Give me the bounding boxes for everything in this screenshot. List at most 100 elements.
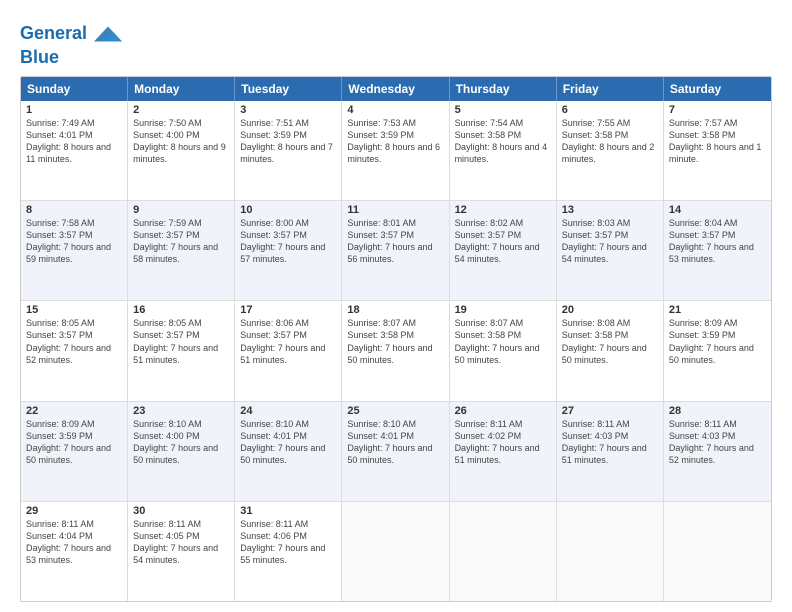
calendar-cell: 5Sunrise: 7:54 AM Sunset: 3:58 PM Daylig…	[450, 101, 557, 200]
calendar-header-cell: Wednesday	[342, 77, 449, 101]
calendar-cell: 14Sunrise: 8:04 AM Sunset: 3:57 PM Dayli…	[664, 201, 771, 300]
calendar-header-cell: Thursday	[450, 77, 557, 101]
cell-text: Sunrise: 8:06 AM Sunset: 3:57 PM Dayligh…	[240, 317, 336, 366]
cell-text: Sunrise: 8:05 AM Sunset: 3:57 PM Dayligh…	[133, 317, 229, 366]
calendar-header-cell: Monday	[128, 77, 235, 101]
calendar-cell: 13Sunrise: 8:03 AM Sunset: 3:57 PM Dayli…	[557, 201, 664, 300]
calendar-cell: 3Sunrise: 7:51 AM Sunset: 3:59 PM Daylig…	[235, 101, 342, 200]
day-number: 17	[240, 304, 336, 316]
cell-text: Sunrise: 8:10 AM Sunset: 4:00 PM Dayligh…	[133, 418, 229, 467]
cell-text: Sunrise: 8:11 AM Sunset: 4:03 PM Dayligh…	[669, 418, 766, 467]
calendar-cell	[664, 502, 771, 601]
calendar-cell: 27Sunrise: 8:11 AM Sunset: 4:03 PM Dayli…	[557, 402, 664, 501]
calendar-cell: 22Sunrise: 8:09 AM Sunset: 3:59 PM Dayli…	[21, 402, 128, 501]
header: General Blue	[20, 16, 772, 68]
day-number: 12	[455, 204, 551, 216]
calendar-cell	[450, 502, 557, 601]
calendar-row: 1Sunrise: 7:49 AM Sunset: 4:01 PM Daylig…	[21, 101, 771, 201]
cell-text: Sunrise: 7:49 AM Sunset: 4:01 PM Dayligh…	[26, 117, 122, 166]
calendar-cell: 19Sunrise: 8:07 AM Sunset: 3:58 PM Dayli…	[450, 301, 557, 400]
day-number: 27	[562, 405, 658, 417]
day-number: 2	[133, 104, 229, 116]
day-number: 22	[26, 405, 122, 417]
calendar-header-cell: Friday	[557, 77, 664, 101]
cell-text: Sunrise: 8:11 AM Sunset: 4:06 PM Dayligh…	[240, 518, 336, 567]
day-number: 19	[455, 304, 551, 316]
calendar-row: 22Sunrise: 8:09 AM Sunset: 3:59 PM Dayli…	[21, 402, 771, 502]
calendar-header-cell: Tuesday	[235, 77, 342, 101]
calendar-cell: 23Sunrise: 8:10 AM Sunset: 4:00 PM Dayli…	[128, 402, 235, 501]
calendar-cell: 26Sunrise: 8:11 AM Sunset: 4:02 PM Dayli…	[450, 402, 557, 501]
day-number: 21	[669, 304, 766, 316]
cell-text: Sunrise: 7:57 AM Sunset: 3:58 PM Dayligh…	[669, 117, 766, 166]
calendar-cell: 31Sunrise: 8:11 AM Sunset: 4:06 PM Dayli…	[235, 502, 342, 601]
calendar: SundayMondayTuesdayWednesdayThursdayFrid…	[20, 76, 772, 602]
calendar-header-cell: Sunday	[21, 77, 128, 101]
calendar-row: 15Sunrise: 8:05 AM Sunset: 3:57 PM Dayli…	[21, 301, 771, 401]
logo-text: General	[20, 20, 122, 48]
cell-text: Sunrise: 8:03 AM Sunset: 3:57 PM Dayligh…	[562, 217, 658, 266]
calendar-cell: 11Sunrise: 8:01 AM Sunset: 3:57 PM Dayli…	[342, 201, 449, 300]
cell-text: Sunrise: 8:11 AM Sunset: 4:02 PM Dayligh…	[455, 418, 551, 467]
cell-text: Sunrise: 7:50 AM Sunset: 4:00 PM Dayligh…	[133, 117, 229, 166]
calendar-cell: 24Sunrise: 8:10 AM Sunset: 4:01 PM Dayli…	[235, 402, 342, 501]
day-number: 28	[669, 405, 766, 417]
day-number: 16	[133, 304, 229, 316]
day-number: 11	[347, 204, 443, 216]
calendar-row: 29Sunrise: 8:11 AM Sunset: 4:04 PM Dayli…	[21, 502, 771, 601]
day-number: 26	[455, 405, 551, 417]
cell-text: Sunrise: 7:59 AM Sunset: 3:57 PM Dayligh…	[133, 217, 229, 266]
day-number: 29	[26, 505, 122, 517]
calendar-cell: 30Sunrise: 8:11 AM Sunset: 4:05 PM Dayli…	[128, 502, 235, 601]
day-number: 25	[347, 405, 443, 417]
day-number: 18	[347, 304, 443, 316]
calendar-cell: 6Sunrise: 7:55 AM Sunset: 3:58 PM Daylig…	[557, 101, 664, 200]
calendar-header-cell: Saturday	[664, 77, 771, 101]
calendar-cell: 18Sunrise: 8:07 AM Sunset: 3:58 PM Dayli…	[342, 301, 449, 400]
day-number: 5	[455, 104, 551, 116]
calendar-body: 1Sunrise: 7:49 AM Sunset: 4:01 PM Daylig…	[21, 101, 771, 601]
calendar-cell	[557, 502, 664, 601]
calendar-cell: 20Sunrise: 8:08 AM Sunset: 3:58 PM Dayli…	[557, 301, 664, 400]
day-number: 14	[669, 204, 766, 216]
cell-text: Sunrise: 8:07 AM Sunset: 3:58 PM Dayligh…	[347, 317, 443, 366]
cell-text: Sunrise: 8:11 AM Sunset: 4:03 PM Dayligh…	[562, 418, 658, 467]
day-number: 24	[240, 405, 336, 417]
cell-text: Sunrise: 7:55 AM Sunset: 3:58 PM Dayligh…	[562, 117, 658, 166]
cell-text: Sunrise: 8:04 AM Sunset: 3:57 PM Dayligh…	[669, 217, 766, 266]
calendar-cell: 29Sunrise: 8:11 AM Sunset: 4:04 PM Dayli…	[21, 502, 128, 601]
calendar-cell: 4Sunrise: 7:53 AM Sunset: 3:59 PM Daylig…	[342, 101, 449, 200]
day-number: 8	[26, 204, 122, 216]
calendar-cell: 1Sunrise: 7:49 AM Sunset: 4:01 PM Daylig…	[21, 101, 128, 200]
calendar-cell: 21Sunrise: 8:09 AM Sunset: 3:59 PM Dayli…	[664, 301, 771, 400]
day-number: 7	[669, 104, 766, 116]
day-number: 6	[562, 104, 658, 116]
calendar-cell: 17Sunrise: 8:06 AM Sunset: 3:57 PM Dayli…	[235, 301, 342, 400]
page: General Blue SundayMondayTuesdayWednesda…	[0, 0, 792, 612]
calendar-row: 8Sunrise: 7:58 AM Sunset: 3:57 PM Daylig…	[21, 201, 771, 301]
day-number: 23	[133, 405, 229, 417]
calendar-cell: 10Sunrise: 8:00 AM Sunset: 3:57 PM Dayli…	[235, 201, 342, 300]
cell-text: Sunrise: 8:07 AM Sunset: 3:58 PM Dayligh…	[455, 317, 551, 366]
cell-text: Sunrise: 8:09 AM Sunset: 3:59 PM Dayligh…	[26, 418, 122, 467]
cell-text: Sunrise: 7:54 AM Sunset: 3:58 PM Dayligh…	[455, 117, 551, 166]
day-number: 31	[240, 505, 336, 517]
calendar-cell: 25Sunrise: 8:10 AM Sunset: 4:01 PM Dayli…	[342, 402, 449, 501]
calendar-cell: 16Sunrise: 8:05 AM Sunset: 3:57 PM Dayli…	[128, 301, 235, 400]
day-number: 20	[562, 304, 658, 316]
day-number: 1	[26, 104, 122, 116]
day-number: 3	[240, 104, 336, 116]
cell-text: Sunrise: 8:01 AM Sunset: 3:57 PM Dayligh…	[347, 217, 443, 266]
calendar-cell: 8Sunrise: 7:58 AM Sunset: 3:57 PM Daylig…	[21, 201, 128, 300]
calendar-header: SundayMondayTuesdayWednesdayThursdayFrid…	[21, 77, 771, 101]
cell-text: Sunrise: 8:09 AM Sunset: 3:59 PM Dayligh…	[669, 317, 766, 366]
calendar-cell: 2Sunrise: 7:50 AM Sunset: 4:00 PM Daylig…	[128, 101, 235, 200]
calendar-cell: 12Sunrise: 8:02 AM Sunset: 3:57 PM Dayli…	[450, 201, 557, 300]
calendar-cell: 15Sunrise: 8:05 AM Sunset: 3:57 PM Dayli…	[21, 301, 128, 400]
cell-text: Sunrise: 8:08 AM Sunset: 3:58 PM Dayligh…	[562, 317, 658, 366]
cell-text: Sunrise: 7:58 AM Sunset: 3:57 PM Dayligh…	[26, 217, 122, 266]
cell-text: Sunrise: 8:11 AM Sunset: 4:05 PM Dayligh…	[133, 518, 229, 567]
day-number: 9	[133, 204, 229, 216]
day-number: 13	[562, 204, 658, 216]
cell-text: Sunrise: 7:51 AM Sunset: 3:59 PM Dayligh…	[240, 117, 336, 166]
